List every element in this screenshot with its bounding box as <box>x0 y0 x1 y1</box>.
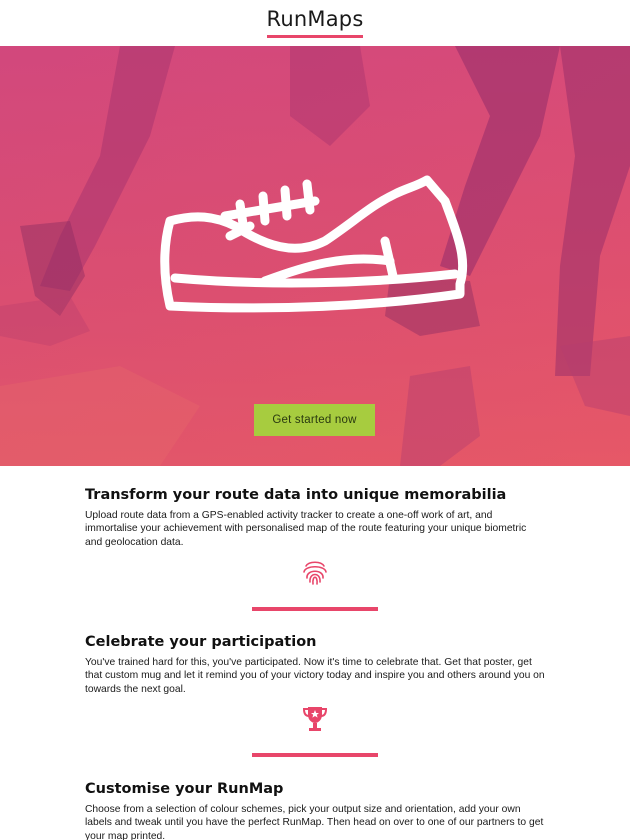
get-started-button[interactable]: Get started now <box>254 404 375 436</box>
logo[interactable]: RunMaps <box>0 7 630 31</box>
section-divider <box>252 607 378 611</box>
trophy-icon <box>302 707 328 731</box>
hero-banner: Get started now <box>0 46 630 466</box>
section-body: You've trained hard for this, you've par… <box>85 657 545 695</box>
section-title: Celebrate your participation <box>85 634 317 650</box>
section-body: Upload route data from a GPS-enabled act… <box>85 510 527 548</box>
fingerprint-icon <box>303 561 327 585</box>
sneaker-icon <box>160 175 468 313</box>
section-body: Choose from a selection of colour scheme… <box>85 804 544 840</box>
section-memorabilia: Transform your route data into unique me… <box>85 487 545 549</box>
section-title: Transform your route data into unique me… <box>85 487 507 503</box>
site-header: RunMaps <box>0 0 630 46</box>
section-title: Customise your RunMap <box>85 781 284 797</box>
logo-underline <box>267 35 363 38</box>
section-divider <box>252 753 378 757</box>
section-customise: Customise your RunMap Choose from a sele… <box>85 781 545 840</box>
section-celebrate: Celebrate your participation You've trai… <box>85 634 545 696</box>
